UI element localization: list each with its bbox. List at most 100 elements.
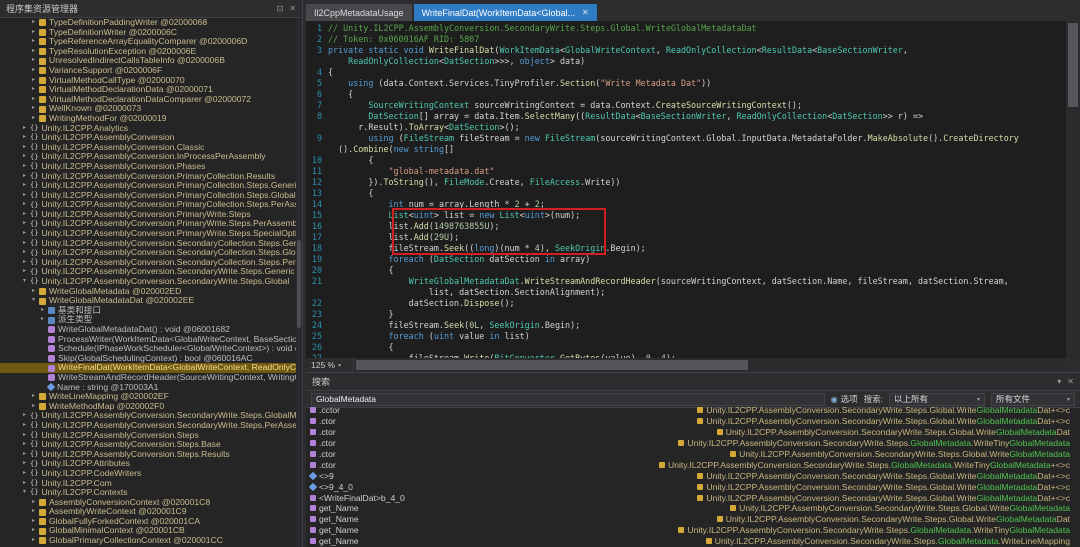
tab[interactable]: Il2CppMetadataUsage (306, 4, 412, 21)
tree-item[interactable]: ▸{}Unity.IL2CPP.AssemblyConversion.Prima… (0, 219, 296, 229)
tree-item[interactable]: ▸VarianceSupport @0200006F (0, 66, 296, 76)
chevron-collapsed-icon[interactable]: ▸ (20, 210, 29, 220)
close-icon[interactable]: ✕ (1067, 377, 1074, 386)
search-result-row[interactable]: .ctorUnity.IL2CPP.AssemblyConversion.Sec… (306, 416, 1074, 427)
tree-item[interactable]: ▸WritingMethodFor @02000019 (0, 114, 296, 124)
horizontal-scrollbar[interactable] (354, 358, 1066, 372)
tree-item[interactable]: ▸{}Unity.IL2CPP.AssemblyConversion.Prima… (0, 181, 296, 191)
chevron-collapsed-icon[interactable]: ▸ (29, 85, 38, 95)
tree-item[interactable]: ▸WriteGlobalMetadata @020002ED (0, 287, 296, 297)
search-result-row[interactable]: .ctorUnity.IL2CPP.AssemblyConversion.Sec… (306, 459, 1074, 470)
file-filter-dropdown[interactable]: 所有文件 ▾ (991, 393, 1075, 406)
search-result-row[interactable]: get_NameUnity.IL2CPP.AssemblyConversion.… (306, 514, 1074, 525)
chevron-collapsed-icon[interactable]: ▸ (20, 267, 29, 277)
code-editor[interactable]: 1// Unity.IL2CPP.AssemblyConversion.Seco… (306, 21, 1066, 358)
search-scope-dropdown[interactable]: 以上所有 ▾ (889, 393, 985, 406)
tree-item[interactable]: ▸{}Unity.IL2CPP.AssemblyConversion.Prima… (0, 191, 296, 201)
tree-item[interactable]: ▸{}Unity.IL2CPP.AssemblyConversion.Secon… (0, 411, 296, 421)
tree-item[interactable]: ▸{}Unity.IL2CPP.AssemblyConversion.Steps (0, 431, 296, 441)
chevron-collapsed-icon[interactable]: ▸ (29, 95, 38, 105)
tree-item[interactable]: ▸WellKnown @02000073 (0, 104, 296, 114)
chevron-collapsed-icon[interactable]: ▸ (29, 498, 38, 508)
chevron-collapsed-icon[interactable]: ▸ (20, 411, 29, 421)
search-result-row[interactable]: get_NameUnity.IL2CPP.AssemblyConversion.… (306, 536, 1074, 547)
tree-item[interactable]: ▸{}Unity.IL2CPP.AssemblyConversion.Secon… (0, 258, 296, 268)
search-result-row[interactable]: .cctorUnity.IL2CPP.AssemblyConversion.Se… (306, 405, 1074, 416)
chevron-collapsed-icon[interactable]: ▸ (29, 66, 38, 76)
search-result-row[interactable]: get_NameUnity.IL2CPP.AssemblyConversion.… (306, 503, 1074, 514)
tree-item[interactable]: Schedule(IPhaseWorkScheduler<GlobalWrite… (0, 344, 296, 354)
tree-item[interactable]: ▸AssemblyWriteContext @020001C9 (0, 507, 296, 517)
close-icon[interactable]: ✕ (289, 4, 296, 13)
chevron-collapsed-icon[interactable]: ▸ (20, 450, 29, 460)
chevron-collapsed-icon[interactable]: ▸ (20, 479, 29, 489)
close-icon[interactable]: ✕ (582, 8, 589, 17)
chevron-collapsed-icon[interactable]: ▸ (29, 47, 38, 57)
chevron-collapsed-icon[interactable]: ▸ (20, 258, 29, 268)
tree-item[interactable]: ▸{}Unity.IL2CPP.AssemblyConversion.Class… (0, 143, 296, 153)
chevron-collapsed-icon[interactable]: ▸ (29, 114, 38, 124)
chevron-collapsed-icon[interactable]: ▸ (20, 219, 29, 229)
chevron-collapsed-icon[interactable]: ▸ (29, 18, 38, 28)
scrollbar-thumb[interactable] (1068, 23, 1078, 107)
search-result-row[interactable]: get_NameUnity.IL2CPP.AssemblyConversion.… (306, 525, 1074, 536)
tree-item[interactable]: ▸GlobalPrimaryCollectionContext @020001C… (0, 536, 296, 546)
tree-item[interactable]: ▸{}Unity.IL2CPP.Com (0, 479, 296, 489)
scrollbar-thumb[interactable] (356, 360, 748, 370)
tree-item[interactable]: ▸TypeDefinitionPaddingWriter @02000068 (0, 18, 296, 28)
tree-item[interactable]: ▸WriteLineMapping @020002EF (0, 392, 296, 402)
editor-scrollbar[interactable] (1066, 21, 1080, 358)
chevron-collapsed-icon[interactable]: ▸ (20, 191, 29, 201)
tree-item[interactable]: ProcessWriter(WorkItemData<GlobalWriteCo… (0, 335, 296, 345)
tree-item[interactable]: Skip(GlobalSchedulingContext) : bool @06… (0, 354, 296, 364)
zoom-control[interactable]: 125 % ▾ (306, 358, 354, 372)
tree-item[interactable]: ▸GlobalFullyForkedContext @020001CA (0, 517, 296, 527)
pin-icon[interactable]: ⊡ (277, 4, 284, 13)
chevron-collapsed-icon[interactable]: ▸ (29, 287, 38, 297)
chevron-collapsed-icon[interactable]: ▸ (29, 104, 38, 114)
tree-item[interactable]: ▸TypeResolutionException @0200006E (0, 47, 296, 57)
chevron-collapsed-icon[interactable]: ▸ (29, 526, 38, 536)
tab-active[interactable]: WriteFinalDat(WorkItemData<Global...✕ (414, 4, 597, 21)
chevron-collapsed-icon[interactable]: ▸ (29, 76, 38, 86)
chevron-collapsed-icon[interactable]: ▸ (20, 239, 29, 249)
chevron-collapsed-icon[interactable]: ▸ (20, 421, 29, 431)
chevron-collapsed-icon[interactable]: ▸ (20, 133, 29, 143)
tree-item[interactable]: ▸TypeDefinitionWriter @0200006C (0, 28, 296, 38)
chevron-collapsed-icon[interactable]: ▸ (29, 536, 38, 546)
search-result-row[interactable]: <>9Unity.IL2CPP.AssemblyConversion.Secon… (306, 470, 1074, 481)
chevron-collapsed-icon[interactable]: ▸ (20, 431, 29, 441)
tree-item[interactable]: ▸VirtualMethodDeclarationDataComparer @0… (0, 95, 296, 105)
tree-item[interactable]: ▸{}Unity.IL2CPP.AssemblyConversion.Prima… (0, 200, 296, 210)
tree-item[interactable]: ▸AssemblyConversionContext @020001C8 (0, 498, 296, 508)
tree-item[interactable]: ▸{}Unity.IL2CPP.AssemblyConversion (0, 133, 296, 143)
chevron-collapsed-icon[interactable]: ▸ (20, 172, 29, 182)
search-result-row[interactable]: <WriteFinalDat>b_4_0Unity.IL2CPP.Assembl… (306, 492, 1074, 503)
chevron-collapsed-icon[interactable]: ▸ (29, 28, 38, 38)
tree-item[interactable]: ▸派生类型 (0, 315, 296, 325)
chevron-collapsed-icon[interactable]: ▸ (29, 402, 38, 412)
chevron-collapsed-icon[interactable]: ▸ (20, 143, 29, 153)
tree-item[interactable]: ▸{}Unity.IL2CPP.Attributes (0, 459, 296, 469)
chevron-expanded-icon[interactable]: ▾ (20, 488, 29, 498)
chevron-collapsed-icon[interactable]: ▸ (20, 248, 29, 258)
tree-item[interactable]: WriteStreamAndRecordHeader(SourceWriting… (0, 373, 296, 383)
chevron-down-icon[interactable]: ▾ (1057, 377, 1061, 386)
tree-item[interactable]: ▸GlobalMinimalContext @020001CB (0, 526, 296, 536)
chevron-collapsed-icon[interactable]: ▸ (29, 517, 38, 527)
chevron-collapsed-icon[interactable]: ▸ (20, 124, 29, 134)
tree-item[interactable]: ▸{}Unity.IL2CPP.CodeWriters (0, 469, 296, 479)
chevron-collapsed-icon[interactable]: ▸ (29, 507, 38, 517)
chevron-collapsed-icon[interactable]: ▸ (20, 440, 29, 450)
search-result-row[interactable]: .ctorUnity.IL2CPP.AssemblyConversion.Sec… (306, 449, 1074, 460)
tree-item[interactable]: ▸{}Unity.IL2CPP.AssemblyConversion.Steps… (0, 440, 296, 450)
tree-item[interactable]: ▸VirtualMethodDeclarationData @02000071 (0, 85, 296, 95)
chevron-collapsed-icon[interactable]: ▸ (38, 306, 47, 316)
tree-item[interactable]: ▾WriteGlobalMetadataDat @020002EE (0, 296, 296, 306)
tree-item[interactable]: ▸{}Unity.IL2CPP.AssemblyConversion.Secon… (0, 239, 296, 249)
chevron-collapsed-icon[interactable]: ▸ (20, 162, 29, 172)
tree-item[interactable]: ▸{}Unity.IL2CPP.AssemblyConversion.Steps… (0, 450, 296, 460)
search-result-row[interactable]: .ctorUnity.IL2CPP.AssemblyConversion.Sec… (306, 438, 1074, 449)
explorer-scrollbar[interactable] (296, 18, 302, 547)
scrollbar-thumb[interactable] (297, 240, 301, 328)
